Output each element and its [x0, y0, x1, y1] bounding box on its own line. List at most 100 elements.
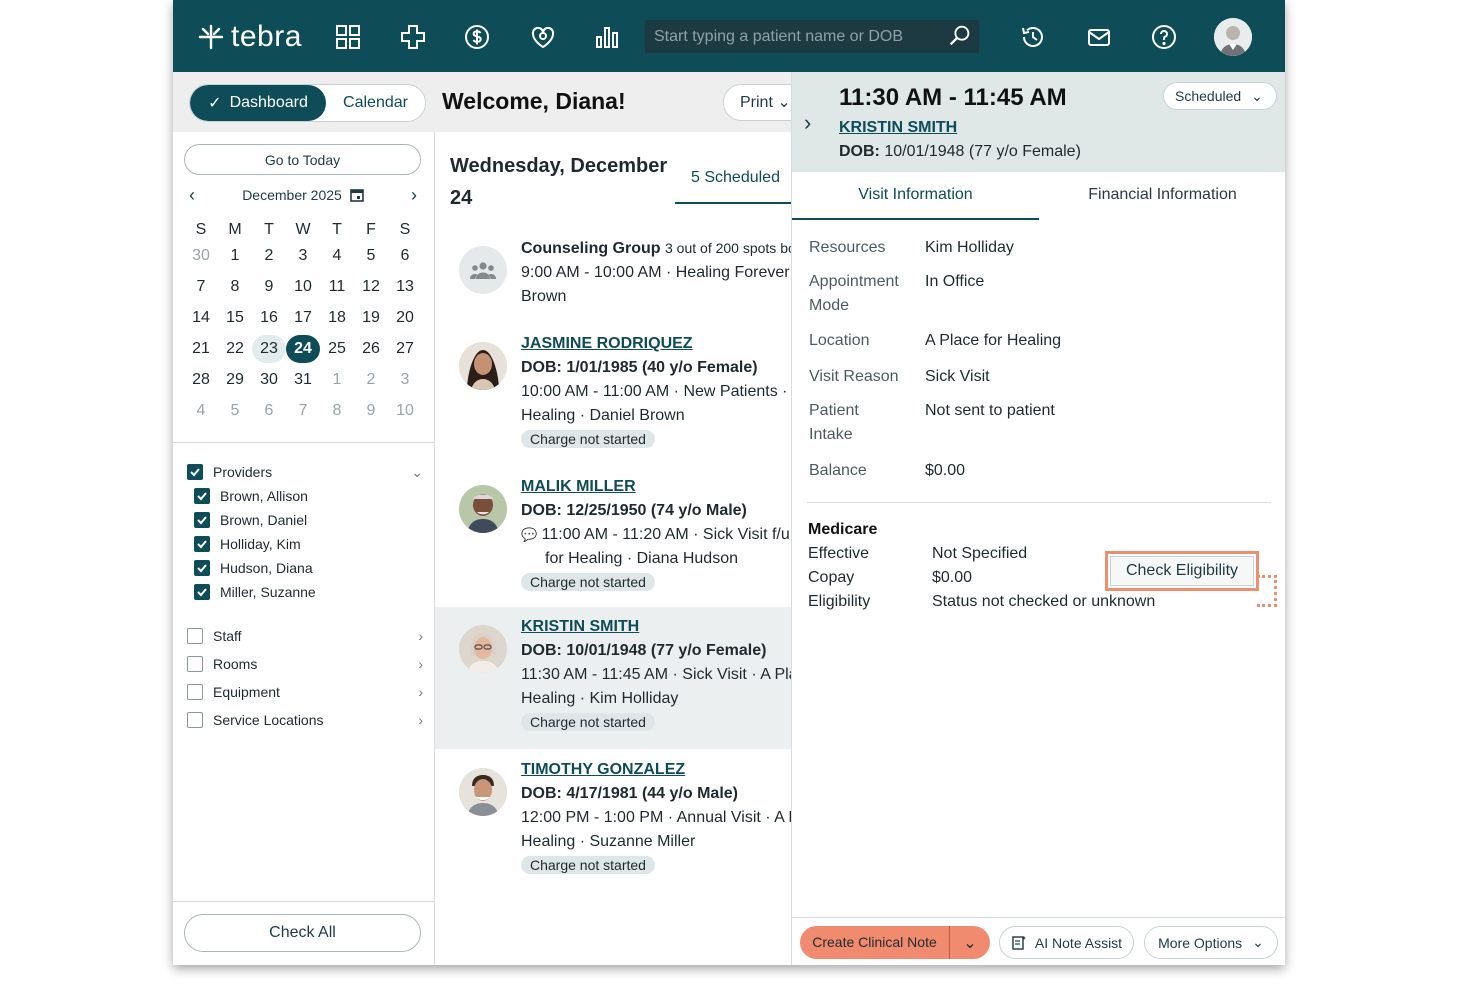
calendar-day[interactable]: 11	[320, 273, 354, 301]
appointment-card[interactable]: MALIK MILLER DOB: 12/25/1950 (74 y/o Mal…	[435, 467, 791, 609]
calendar-day-today[interactable]: 23	[252, 334, 286, 363]
calendar-day[interactable]: 17	[286, 304, 320, 332]
more-options-button[interactable]: More Options ⌄	[1144, 926, 1278, 959]
collapse-panel-chevron-icon[interactable]: ›	[804, 110, 811, 136]
tab-calendar[interactable]: Calendar	[326, 85, 425, 121]
calendar-day[interactable]: 26	[354, 335, 388, 363]
provider-checkbox[interactable]	[194, 584, 210, 600]
reports-bar-chart-icon[interactable]	[592, 22, 622, 52]
calendar-day[interactable]: 30	[252, 366, 286, 394]
filter-service-locations[interactable]: Service Locations ›	[187, 706, 423, 734]
tab-scheduled[interactable]: 5 Scheduled	[675, 164, 791, 204]
appointment-card[interactable]: TIMOTHY GONZALEZ DOB: 4/17/1981 (44 y/o …	[435, 750, 791, 892]
provider-checkbox[interactable]	[194, 536, 210, 552]
calendar-day[interactable]: 13	[388, 273, 422, 301]
provider-checkbox[interactable]	[194, 512, 210, 528]
calendar-day[interactable]: 31	[286, 366, 320, 394]
chevron-right-icon[interactable]: ›	[418, 684, 423, 700]
calendar-day[interactable]: 4	[320, 242, 354, 270]
calendar-day[interactable]: 21	[184, 335, 218, 363]
chevron-down-icon[interactable]: ⌄	[950, 933, 990, 953]
tebra-logo[interactable]: tebra	[197, 20, 302, 54]
provider-checkbox[interactable]	[194, 488, 210, 504]
calendar-day[interactable]: 7	[286, 397, 320, 425]
help-question-icon[interactable]	[1149, 22, 1179, 52]
filter-providers[interactable]: Providers ⌄	[187, 460, 423, 484]
calendar-day[interactable]: 6	[388, 242, 422, 270]
calendar-day[interactable]: 12	[354, 273, 388, 301]
messages-envelope-icon[interactable]	[1084, 22, 1114, 52]
search-icon[interactable]	[947, 23, 973, 49]
previous-month-chevron-icon[interactable]: ‹	[183, 185, 195, 206]
next-month-chevron-icon[interactable]: ›	[411, 185, 423, 206]
calendar-day[interactable]: 14	[184, 304, 218, 332]
tab-dashboard[interactable]: ✓ Dashboard	[190, 85, 326, 121]
calendar-day[interactable]: 9	[252, 273, 286, 301]
chevron-right-icon[interactable]: ›	[418, 712, 423, 728]
chat-bubble-icon[interactable]: 💬	[521, 527, 537, 542]
calendar-day[interactable]: 29	[218, 366, 252, 394]
calendar-day[interactable]: 27	[388, 335, 422, 363]
check-eligibility-button[interactable]: Check Eligibility	[1110, 556, 1254, 586]
calendar-day[interactable]: 28	[184, 366, 218, 394]
filter-staff[interactable]: Staff ›	[187, 622, 423, 650]
calendar-day[interactable]: 1	[320, 366, 354, 394]
equipment-checkbox[interactable]	[187, 684, 203, 700]
providers-checkbox[interactable]	[187, 464, 203, 480]
provider-item[interactable]: Brown, Daniel	[187, 508, 423, 532]
provider-item[interactable]: Hudson, Diana	[187, 556, 423, 580]
staff-checkbox[interactable]	[187, 628, 203, 644]
calendar-day[interactable]: 8	[320, 397, 354, 425]
calendar-day[interactable]: 1	[218, 242, 252, 270]
calendar-day[interactable]: 10	[286, 273, 320, 301]
provider-checkbox[interactable]	[194, 560, 210, 576]
calendar-day[interactable]: 25	[320, 335, 354, 363]
patient-name-link[interactable]: KRISTIN SMITH	[839, 119, 957, 137]
patient-engagement-heart-icon[interactable]	[528, 22, 558, 52]
appointment-status-dropdown[interactable]: Scheduled ⌄	[1163, 82, 1277, 110]
chevron-down-icon[interactable]: ⌄	[411, 464, 423, 481]
patient-name-link[interactable]: TIMOTHY GONZALEZ	[521, 761, 685, 778]
calendar-day[interactable]: 22	[218, 335, 252, 363]
calendar-day[interactable]: 9	[354, 397, 388, 425]
calendar-day[interactable]: 3	[286, 242, 320, 270]
user-avatar[interactable]	[1214, 18, 1252, 56]
calendar-day[interactable]: 30	[184, 242, 218, 270]
calendar-day[interactable]: 3	[388, 366, 422, 394]
calendar-day[interactable]: 15	[218, 304, 252, 332]
rooms-checkbox[interactable]	[187, 656, 203, 672]
calendar-day[interactable]: 5	[354, 242, 388, 270]
calendar-day[interactable]: 7	[184, 273, 218, 301]
go-to-today-button[interactable]: Go to Today	[184, 144, 421, 175]
patient-search-input[interactable]	[645, 27, 935, 46]
provider-item[interactable]: Miller, Suzanne	[187, 580, 423, 604]
calendar-day[interactable]: 2	[252, 242, 286, 270]
provider-item[interactable]: Brown, Allison	[187, 484, 423, 508]
calendar-day[interactable]: 16	[252, 304, 286, 332]
calendar-day-selected[interactable]: 24	[286, 334, 320, 363]
calendar-day[interactable]: 10	[388, 397, 422, 425]
calendar-day[interactable]: 6	[252, 397, 286, 425]
medical-cross-icon[interactable]	[398, 22, 428, 52]
chevron-right-icon[interactable]: ›	[418, 656, 423, 672]
provider-item[interactable]: Holliday, Kim	[187, 532, 423, 556]
filter-equipment[interactable]: Equipment ›	[187, 678, 423, 706]
patient-name-link[interactable]: KRISTIN SMITH	[521, 618, 639, 635]
tab-visit-information[interactable]: Visit Information	[792, 172, 1039, 220]
appointment-card[interactable]: JASMINE RODRIQUEZ DOB: 1/01/1985 (40 y/o…	[435, 324, 791, 466]
calendar-day[interactable]: 4	[184, 397, 218, 425]
history-clock-icon[interactable]	[1018, 22, 1048, 52]
calendar-day[interactable]: 19	[354, 304, 388, 332]
ai-note-assist-button[interactable]: AI Note Assist	[999, 926, 1134, 959]
apps-grid-icon[interactable]	[333, 22, 363, 52]
calendar-day[interactable]: 18	[320, 304, 354, 332]
check-all-button[interactable]: Check All	[184, 914, 421, 952]
billing-dollar-icon[interactable]	[462, 22, 492, 52]
chevron-right-icon[interactable]: ›	[418, 628, 423, 644]
calendar-day[interactable]: 20	[388, 304, 422, 332]
patient-name-link[interactable]: MALIK MILLER	[521, 478, 636, 495]
service-locations-checkbox[interactable]	[187, 712, 203, 728]
calendar-day[interactable]: 8	[218, 273, 252, 301]
calendar-day[interactable]: 5	[218, 397, 252, 425]
calendar-day[interactable]: 2	[354, 366, 388, 394]
